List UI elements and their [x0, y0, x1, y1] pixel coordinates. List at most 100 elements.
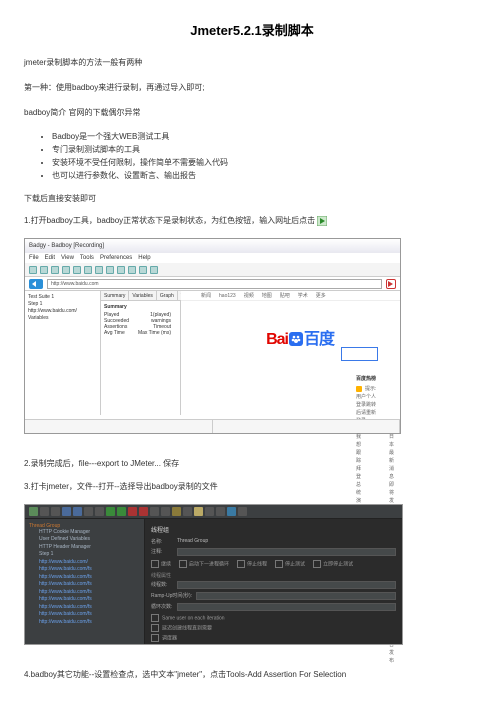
menu-item[interactable]: Tools: [80, 255, 94, 261]
toolbar-icon[interactable]: [73, 266, 81, 274]
step-4: 4.badboy其它功能--设置检查点，选中文本"jmeter"，点击Tools…: [24, 669, 480, 682]
script-tree[interactable]: Test Suite 1 Step 1 http://www.baidu.com…: [25, 291, 101, 415]
checkbox-option[interactable]: 延迟创建线程直到需要: [151, 624, 396, 632]
toolbar-icon[interactable]: [84, 507, 93, 516]
toolbar-icon[interactable]: [95, 507, 104, 516]
tree-node[interactable]: Step 1: [28, 301, 97, 308]
radio-option[interactable]: 停止测试: [275, 560, 305, 568]
toolbar-icon[interactable]: [29, 266, 37, 274]
radio-option[interactable]: 停止线程: [237, 560, 267, 568]
intro-line-2: 第一种：使用badboy来进行录制，再通过导入即可;: [24, 82, 480, 95]
tree-node[interactable]: http://www.baidu.com/fs: [29, 589, 140, 597]
url-input[interactable]: http://www.baidu.com: [47, 279, 382, 289]
toolbar-icon[interactable]: [62, 266, 70, 274]
tree-node[interactable]: HTTP Header Manager: [29, 544, 140, 552]
back-button-icon[interactable]: [29, 279, 43, 289]
tree-node[interactable]: http://www.baidu.com/fs: [29, 566, 140, 574]
toolbar-icon[interactable]: [117, 266, 125, 274]
go-play-icon[interactable]: [386, 279, 396, 289]
toolbar-icon[interactable]: [106, 266, 114, 274]
toolbar-icon[interactable]: [128, 266, 136, 274]
field-value[interactable]: Thread Group: [177, 538, 208, 544]
menu-item[interactable]: Preferences: [100, 255, 132, 261]
toolbar-icon[interactable]: [84, 266, 92, 274]
play-arrow-icon: [317, 216, 327, 226]
tree-node[interactable]: http://www.baidu.com/: [29, 559, 140, 567]
toolbar-icon[interactable]: [117, 507, 126, 516]
jmeter-tree[interactable]: Thread Group HTTP Cookie Manager User De…: [25, 519, 145, 644]
tree-node[interactable]: http://www.baidu.com/fs: [29, 581, 140, 589]
tree-node[interactable]: http://www.baidu.com/fs: [29, 611, 140, 619]
comment-input[interactable]: [177, 548, 396, 556]
toolbar-icon[interactable]: [227, 507, 236, 516]
toolbar-icon[interactable]: [51, 266, 59, 274]
toolbar-play-icon[interactable]: [106, 507, 115, 516]
toolbar-icon[interactable]: [150, 266, 158, 274]
toolbar-stop-icon[interactable]: [128, 507, 137, 516]
menu-item[interactable]: File: [29, 255, 39, 261]
hot-list-item[interactable]: 我想跟踪拜登总统演讲: [356, 425, 365, 513]
page-title: Jmeter5.2.1录制脚本: [24, 20, 480, 39]
menu-item[interactable]: Edit: [45, 255, 55, 261]
page-tab[interactable]: 贴吧: [280, 292, 290, 299]
toolbar-icon[interactable]: [238, 507, 247, 516]
tree-node[interactable]: Step 1: [29, 551, 140, 559]
toolbar-icon[interactable]: [51, 507, 60, 516]
badboy-bullet-list: Badboy是一个强大WEB测试工具 专门录制测试脚本的工具 安装环境不受任何限…: [24, 131, 480, 182]
tree-node[interactable]: http://www.baidu.com/fs: [29, 604, 140, 612]
hot-list-item[interactable]: 日本最新消息即将发布: [389, 425, 398, 513]
toolbar-icon[interactable]: [205, 507, 214, 516]
summary-tab[interactable]: Summary: [101, 291, 129, 300]
tree-node[interactable]: User Defined Variables: [29, 536, 140, 544]
step-1-text: 1.打开badboy工具，badboy正常状态下是录制状态，为红色按钮，输入网址…: [24, 216, 315, 225]
summary-tab[interactable]: Variables: [129, 291, 156, 300]
radio-option[interactable]: 立即停止测试: [313, 560, 353, 568]
page-tab[interactable]: 新闻: [201, 292, 211, 299]
toolbar-icon[interactable]: [62, 507, 71, 516]
toolbar-icon[interactable]: [216, 507, 225, 516]
step-3: 3.打卡jmeter，文件--打开--选择导出badboy录制的文件: [24, 481, 480, 494]
threads-input[interactable]: [177, 581, 396, 589]
tree-node[interactable]: http://www.baidu.com/fs: [29, 619, 140, 627]
toolbar-icon[interactable]: [161, 507, 170, 516]
toolbar-icon[interactable]: [95, 266, 103, 274]
toolbar-icon[interactable]: [40, 266, 48, 274]
tree-node[interactable]: http://www.baidu.com/fs: [29, 596, 140, 604]
radio-option[interactable]: 继续: [151, 560, 171, 568]
loop-input[interactable]: [177, 603, 396, 611]
baidu-search-input[interactable]: [341, 347, 378, 361]
bottom-left: [25, 420, 213, 433]
summary-tab[interactable]: Graph: [157, 291, 178, 300]
menu-item[interactable]: View: [61, 255, 74, 261]
page-tab[interactable]: 更多: [316, 292, 326, 299]
toolbar-icon[interactable]: [183, 507, 192, 516]
checkbox-option[interactable]: Same user on each iteration: [151, 614, 396, 622]
menu-item[interactable]: Help: [138, 255, 150, 261]
page-tab[interactable]: hao123: [219, 293, 236, 299]
toolbar-icon[interactable]: [172, 507, 181, 516]
toolbar-icon[interactable]: [29, 507, 38, 516]
tree-node[interactable]: Variables: [28, 315, 97, 322]
toolbar-icon[interactable]: [139, 266, 147, 274]
jmeter-toolbar: [25, 505, 402, 519]
page-tab[interactable]: 视频: [244, 292, 254, 299]
toolbar-icon[interactable]: [194, 507, 203, 516]
panel-title: 线程组: [151, 525, 396, 534]
radio-option[interactable]: 启动下一进程循环: [179, 560, 229, 568]
tree-node[interactable]: http://www.baidu.com/fs: [29, 574, 140, 582]
page-tab[interactable]: 地图: [262, 292, 272, 299]
toolbar-icon[interactable]: [150, 507, 159, 516]
bottom-panel: [25, 419, 400, 433]
address-bar: http://www.baidu.com: [25, 277, 400, 291]
rampup-input[interactable]: [196, 592, 396, 600]
intro-line-1: jmeter录制脚本的方法一般有两种: [24, 57, 480, 70]
page-tab[interactable]: 学术: [298, 292, 308, 299]
tree-node[interactable]: HTTP Cookie Manager: [29, 529, 140, 537]
checkbox-option[interactable]: 调度器: [151, 634, 396, 642]
tree-node[interactable]: http://www.baidu.com/: [28, 308, 97, 315]
menu-bar: File Edit View Tools Preferences Help: [25, 253, 400, 263]
toolbar-icon[interactable]: [73, 507, 82, 516]
toolbar-icon[interactable]: [40, 507, 49, 516]
toolbar-icon[interactable]: [139, 507, 148, 516]
tree-node[interactable]: Test Suite 1: [28, 294, 97, 301]
